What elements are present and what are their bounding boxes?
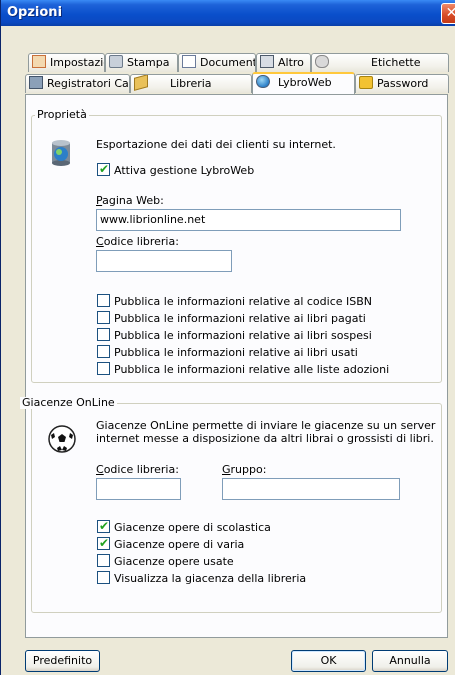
tab-altro[interactable]: Altro bbox=[256, 53, 311, 72]
scolastica-checkbox[interactable]: ✔ bbox=[97, 519, 110, 533]
tab-etichette[interactable]: Etichette bbox=[311, 53, 449, 72]
isbn-checkbox[interactable] bbox=[97, 294, 110, 307]
options-dialog: Opzioni ✕ Impostazioni Stampa Documenti … bbox=[0, 0, 455, 675]
libri-usati-checkbox[interactable] bbox=[97, 345, 110, 358]
visualizza-giacenza-label: Visualizza la giacenza della libreria bbox=[114, 572, 307, 585]
scolastica-label: Giacenze opere di scolastica bbox=[114, 521, 271, 534]
group-proprieta bbox=[31, 115, 442, 383]
liste-adozioni-checkbox[interactable] bbox=[97, 362, 110, 375]
isbn-label: Pubblica le informazioni relative al cod… bbox=[114, 295, 373, 308]
cash-register-icon bbox=[29, 76, 43, 89]
annulla-button[interactable]: Annulla bbox=[372, 650, 448, 672]
varia-checkbox[interactable]: ✔ bbox=[97, 536, 110, 550]
group-giacenze-title: Giacenze OnLine bbox=[20, 396, 117, 409]
libri-sospesi-label: Pubblica le informazioni relative ai lib… bbox=[114, 329, 372, 342]
tab-impostazioni[interactable]: Impostazioni bbox=[28, 53, 105, 72]
usate-label: Giacenze opere usate bbox=[114, 555, 234, 568]
group-proprieta-title: Proprietà bbox=[35, 108, 89, 121]
gruppo-label: Gruppo: bbox=[222, 463, 267, 476]
tab-registratori-cassa[interactable]: Registratori Cassa bbox=[25, 74, 130, 93]
tab-lybroweb[interactable]: LybroWeb bbox=[252, 72, 355, 94]
usate-checkbox[interactable] bbox=[97, 554, 110, 567]
tab-stampa[interactable]: Stampa bbox=[105, 53, 178, 72]
enable-lybroweb-checkbox[interactable]: ✔ bbox=[97, 162, 110, 176]
libri-sospesi-checkbox[interactable] bbox=[97, 328, 110, 341]
document-icon bbox=[182, 55, 196, 68]
liste-adozioni-label: Pubblica le informazioni relative alle l… bbox=[114, 363, 390, 376]
giacenze-description-1: Giacenze OnLine permette di inviare le g… bbox=[96, 419, 436, 432]
close-button[interactable]: ✕ bbox=[441, 3, 455, 24]
enable-lybroweb-label: Attiva gestione LybroWeb bbox=[114, 164, 255, 177]
codice-libreria-input[interactable] bbox=[96, 250, 232, 272]
visualizza-giacenza-checkbox[interactable] bbox=[97, 571, 110, 584]
giacenze-codice-input[interactable] bbox=[96, 478, 181, 500]
tab-documenti[interactable]: Documenti bbox=[178, 53, 256, 72]
tab-panel-lybroweb: Proprietà Esportazione dei dati dei clie… bbox=[20, 94, 448, 638]
pagina-web-label: Pagina Web: bbox=[96, 194, 164, 207]
lock-icon bbox=[359, 76, 373, 89]
giacenze-description-2: internet messe a disposizione da altri l… bbox=[96, 432, 434, 445]
pagina-web-input[interactable]: www.librionline.net bbox=[96, 209, 401, 231]
gruppo-input[interactable] bbox=[222, 478, 400, 500]
giacenze-codice-label: Codice libreria: bbox=[96, 463, 179, 476]
libri-pagati-checkbox[interactable] bbox=[97, 311, 110, 324]
soccer-ball-icon bbox=[47, 424, 77, 454]
label-icon bbox=[315, 55, 329, 68]
keyboard-icon bbox=[260, 55, 274, 68]
title-bar[interactable]: Opzioni ✕ bbox=[1, 0, 455, 26]
close-icon: ✕ bbox=[445, 5, 455, 21]
printer-icon bbox=[109, 55, 123, 68]
web-icon bbox=[256, 75, 270, 88]
tab-libreria[interactable]: Libreria bbox=[130, 74, 252, 93]
libri-usati-label: Pubblica le informazioni relative ai lib… bbox=[114, 346, 358, 359]
window-title: Opzioni bbox=[7, 5, 63, 20]
tab-password[interactable]: Password bbox=[355, 74, 449, 93]
predefinito-button[interactable]: Predefinito bbox=[25, 650, 100, 672]
grid-icon bbox=[32, 55, 46, 68]
libri-pagati-label: Pubblica le informazioni relative ai lib… bbox=[114, 312, 366, 325]
books-icon bbox=[134, 75, 148, 91]
database-icon bbox=[49, 139, 73, 167]
codice-libreria-label: Codice libreria: bbox=[96, 235, 179, 248]
proprieta-description: Esportazione dei dati dei clienti su int… bbox=[96, 138, 336, 151]
varia-label: Giacenze opere di varia bbox=[114, 538, 245, 551]
ok-button[interactable]: OK bbox=[291, 650, 366, 672]
